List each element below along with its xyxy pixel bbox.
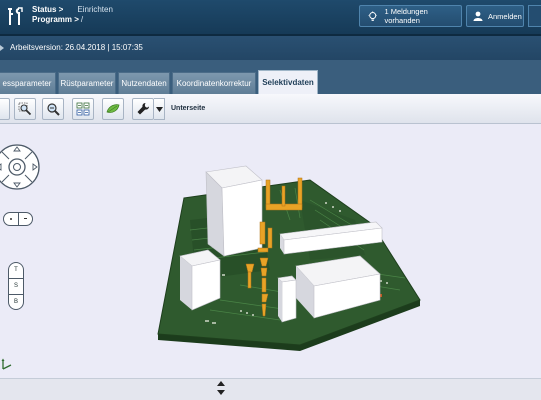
version-text: Arbeitsversion: 26.04.2018 | 15:07:35 [10,43,143,52]
tall-component [221,179,263,257]
zoom-out-dash[interactable] [24,218,27,219]
breadcrumb-program-label[interactable]: Programm > [32,15,79,25]
zoom-icon [47,103,60,116]
zoom-area-button[interactable] [14,98,36,120]
wrench-button[interactable] [132,98,154,120]
leaf-button[interactable] [102,98,124,120]
tab-nutzendaten[interactable]: Nutzendaten [118,72,170,94]
axis-orientation-icon [1,358,12,370]
zoom-area-icon [18,102,32,116]
bulb-icon [368,10,377,21]
version-bar: Arbeitsversion: 26.04.2018 | 15:07:35 [0,36,541,60]
view-side-button[interactable]: S [9,279,23,294]
tab-ruestparameter[interactable]: Rüstparameter [58,72,116,94]
top-bar: Status > Einrichten Programm > / 1 Meldu… [0,0,541,34]
bottom-bar [0,378,541,400]
tab-koordinatenkorrektur[interactable]: Koordinatenkorrektur [172,72,256,94]
toolbar: Unterseite [0,94,541,124]
small-box-component [281,279,297,323]
expand-arrow-icon[interactable] [0,45,4,51]
settings-tools-icon[interactable] [6,6,26,28]
view-selector: T S B [8,262,24,310]
tab-prozessparameter[interactable]: essparameter [0,72,56,94]
zoom-in-dot[interactable] [10,218,12,220]
messages-label: 1 Meldungen vorhanden [384,7,428,25]
navigation-pad[interactable] [0,136,48,198]
partial-button[interactable] [0,98,10,120]
page-side-label: Unterseite [171,105,206,112]
grid-view-button[interactable] [72,98,94,120]
tab-bar: essparameter Rüstparameter Nutzendaten K… [0,60,541,94]
wrench-icon [137,103,149,115]
messages-button[interactable]: 1 Meldungen vorhanden [359,5,462,27]
zoom-toggle[interactable] [3,212,33,226]
breadcrumb-program-value: / [80,15,84,24]
grid-view-icon [76,102,90,116]
3d-viewport[interactable]: T S B [0,124,541,378]
login-button[interactable]: Anmelden [466,5,524,27]
chevron-down-icon [155,106,163,112]
tab-selektivdaten[interactable]: Selektivdaten [258,70,318,94]
view-top-button[interactable]: T [9,263,23,278]
wrench-dropdown[interactable] [154,98,165,120]
pcb-3d-model[interactable] [150,160,430,356]
view-bottom-button[interactable]: B [9,295,23,310]
menu-corner-button[interactable] [528,5,541,27]
breadcrumb-status-value: Einrichten [77,5,113,14]
breadcrumb-status-label[interactable]: Status > [32,5,63,15]
resize-splitter-icon[interactable] [217,381,225,395]
breadcrumb: Status > Einrichten Programm > / [32,5,113,25]
leaf-icon [106,104,120,113]
zoom-button[interactable] [42,98,64,120]
login-label: Anmelden [488,11,522,21]
user-icon [473,11,483,21]
